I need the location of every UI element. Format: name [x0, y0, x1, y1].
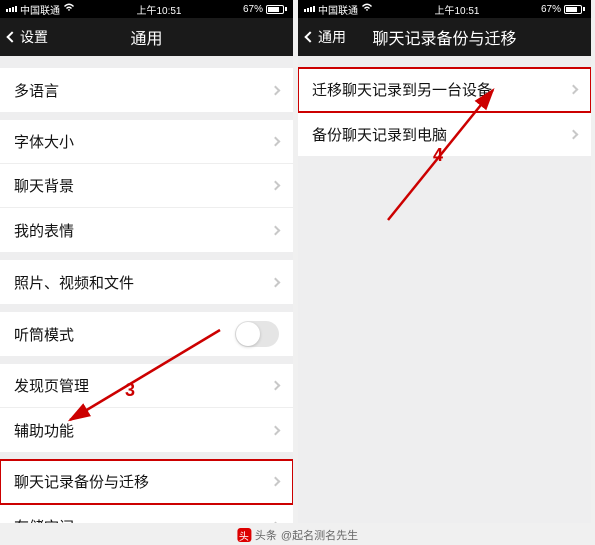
- chevron-left-icon: [304, 31, 315, 42]
- page-title: 聊天记录备份与迁移: [372, 25, 516, 49]
- chevron-right-icon: [569, 129, 579, 139]
- row-label: 迁移聊天记录到另一台设备: [312, 79, 492, 100]
- row-label: 存储空间: [14, 516, 74, 524]
- chevron-right-icon: [271, 85, 281, 95]
- credit-author: @起名测名先生: [281, 527, 358, 543]
- status-bar: 中国联通 上午10:51 67%: [298, 0, 591, 18]
- chevron-right-icon: [271, 225, 281, 235]
- list-item[interactable]: 备份聊天记录到电脑: [298, 112, 591, 156]
- list-item[interactable]: 迁移聊天记录到另一台设备: [298, 68, 591, 112]
- credit-icon: 头: [237, 528, 251, 542]
- settings-list[interactable]: 迁移聊天记录到另一台设备备份聊天记录到电脑: [298, 56, 591, 523]
- row-label: 多语言: [14, 80, 59, 101]
- list-item[interactable]: 聊天背景: [0, 164, 293, 208]
- row-label: 字体大小: [14, 131, 74, 152]
- battery-icon: [266, 5, 287, 14]
- list-item[interactable]: 发现页管理: [0, 364, 293, 408]
- status-time: 上午10:51: [434, 2, 479, 17]
- list-item[interactable]: 辅助功能: [0, 408, 293, 452]
- wifi-icon: [361, 3, 373, 15]
- row-label: 聊天背景: [14, 175, 74, 196]
- battery-percent: 67%: [541, 4, 561, 15]
- status-time: 上午10:51: [136, 2, 181, 17]
- list-item[interactable]: 我的表情: [0, 208, 293, 252]
- credit-footer: 头 头条 @起名测名先生: [237, 527, 358, 543]
- signal-icon: [304, 6, 315, 12]
- chevron-right-icon: [271, 381, 281, 391]
- row-label: 发现页管理: [14, 375, 89, 396]
- row-label: 照片、视频和文件: [14, 272, 134, 293]
- list-item[interactable]: 照片、视频和文件: [0, 260, 293, 304]
- row-label: 聊天记录备份与迁移: [14, 471, 149, 492]
- toggle-switch[interactable]: [235, 321, 279, 347]
- page-title: 通用: [130, 25, 162, 49]
- chevron-right-icon: [271, 425, 281, 435]
- chevron-left-icon: [6, 31, 17, 42]
- list-item[interactable]: 听筒模式: [0, 312, 293, 356]
- chevron-right-icon: [569, 85, 579, 95]
- credit-prefix: 头条: [255, 527, 277, 543]
- battery-icon: [564, 5, 585, 14]
- row-label: 备份聊天记录到电脑: [312, 124, 447, 145]
- list-item[interactable]: 字体大小: [0, 120, 293, 164]
- status-bar: 中国联通 上午10:51 67%: [0, 0, 293, 18]
- list-item[interactable]: 多语言: [0, 68, 293, 112]
- phone-right: 中国联通 上午10:51 67% 通用 聊天记录备份与迁移 迁移聊天记录到另一台…: [298, 0, 591, 523]
- back-label: 设置: [20, 27, 48, 47]
- chevron-right-icon: [271, 477, 281, 487]
- chevron-right-icon: [271, 521, 281, 523]
- chevron-right-icon: [271, 137, 281, 147]
- settings-list[interactable]: 多语言字体大小聊天背景我的表情照片、视频和文件听筒模式发现页管理辅助功能聊天记录…: [0, 56, 293, 523]
- back-button[interactable]: 通用: [298, 27, 354, 47]
- row-label: 听筒模式: [14, 324, 74, 345]
- chevron-right-icon: [271, 277, 281, 287]
- battery-percent: 67%: [243, 4, 263, 15]
- nav-bar: 通用 聊天记录备份与迁移: [298, 18, 591, 56]
- list-item[interactable]: 聊天记录备份与迁移: [0, 460, 293, 504]
- nav-bar: 设置 通用: [0, 18, 293, 56]
- carrier-text: 中国联通: [20, 2, 60, 17]
- back-button[interactable]: 设置: [0, 27, 56, 47]
- row-label: 辅助功能: [14, 420, 74, 441]
- chevron-right-icon: [271, 181, 281, 191]
- back-label: 通用: [318, 27, 346, 47]
- row-label: 我的表情: [14, 220, 74, 241]
- phone-left: 中国联通 上午10:51 67% 设置 通用 多语言字体大小聊天背景我的表情照片…: [0, 0, 293, 523]
- signal-icon: [6, 6, 17, 12]
- carrier-text: 中国联通: [318, 2, 358, 17]
- list-item[interactable]: 存储空间: [0, 504, 293, 523]
- wifi-icon: [63, 3, 75, 15]
